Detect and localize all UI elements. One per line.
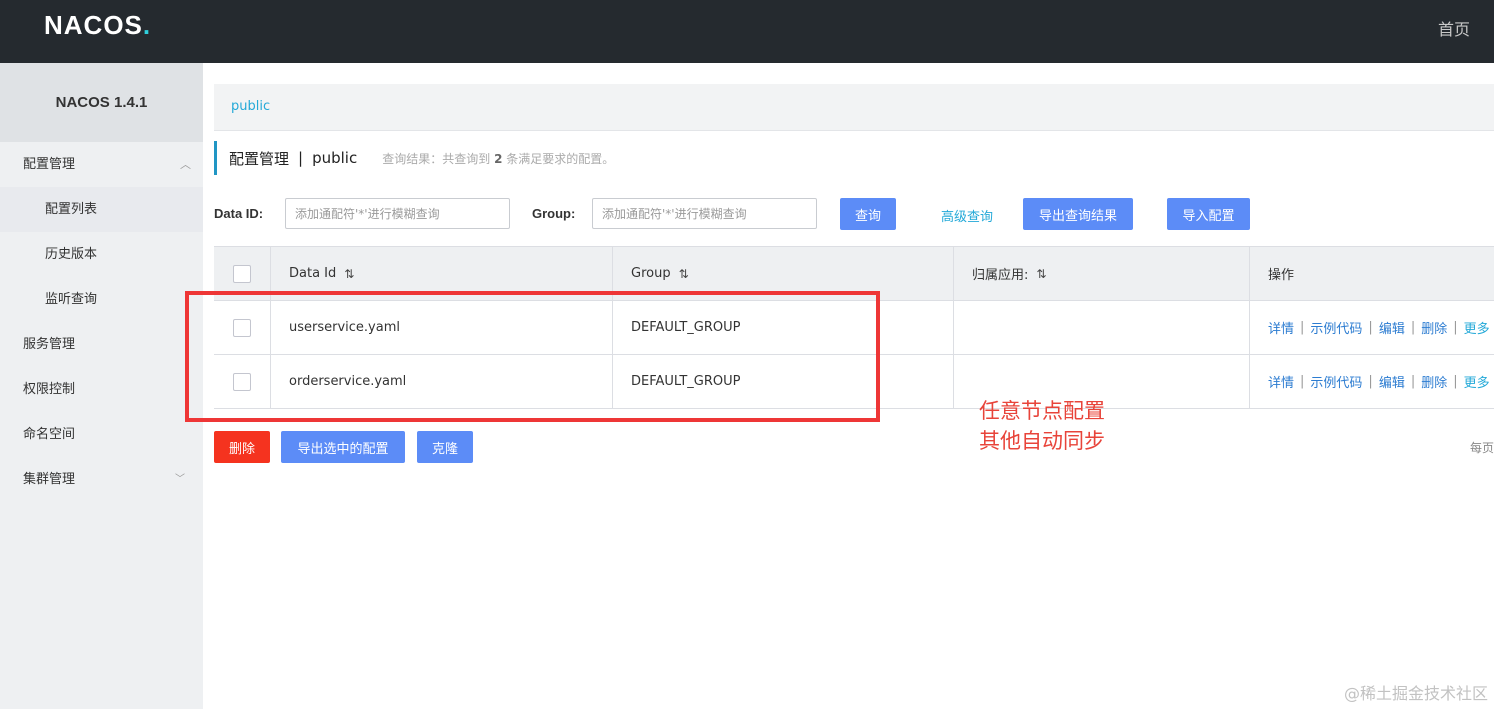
advanced-query-link[interactable]: 高级查询 <box>941 206 993 225</box>
cell-group: DEFAULT_GROUP <box>613 301 954 354</box>
table-row: userservice.yaml DEFAULT_GROUP 详情 | 示例代码 | 编… <box>214 301 1494 355</box>
dataid-input[interactable] <box>285 198 510 229</box>
cell-ops: 详情 | 示例代码 | 编辑 | 删除 | 更多 <box>1268 372 1490 391</box>
group-label: Group: <box>532 206 576 221</box>
sidebar-item-listener-query[interactable]: 监听查询 <box>0 277 203 322</box>
group-input[interactable] <box>592 198 817 229</box>
delete-link[interactable]: 删除 <box>1421 372 1447 391</box>
nacos-logo[interactable]: NACOS. <box>44 10 151 41</box>
query-result-text: 查询结果：共查询到 2 条满足要求的配置。 <box>382 151 615 166</box>
detail-link[interactable]: 详情 <box>1268 318 1294 337</box>
more-link[interactable]: 更多 <box>1464 372 1490 391</box>
select-all-checkbox[interactable] <box>233 264 251 283</box>
annotation-text: 任意节点配置 其他自动同步 <box>979 399 1105 453</box>
sidebar-item-service-management[interactable]: 服务管理 <box>0 322 203 367</box>
version-title: NACOS 1.4.1 <box>0 63 203 142</box>
sidebar-item-config-management[interactable]: 配置管理 ︿ <box>0 142 203 187</box>
page-size-label: 每页 <box>1470 441 1494 455</box>
cell-ops: 详情 | 示例代码 | 编辑 | 删除 | 更多 <box>1268 318 1490 337</box>
header-app: 归属应用: <box>972 268 1029 283</box>
header-dataid: Data Id <box>289 266 337 281</box>
sidebar-item-namespace[interactable]: 命名空间 <box>0 412 203 457</box>
sidebar-item-history[interactable]: 历史版本 <box>0 232 203 277</box>
cell-dataid: orderservice.yaml <box>271 355 613 408</box>
chevron-up-icon: ︿ <box>180 158 191 171</box>
home-link[interactable]: 首页 <box>1438 16 1470 40</box>
namespace-bar: public <box>214 84 1494 131</box>
more-link[interactable]: 更多 <box>1464 318 1490 337</box>
export-selected-button[interactable]: 导出选中的配置 <box>281 431 405 463</box>
edit-link[interactable]: 编辑 <box>1379 318 1405 337</box>
sort-icon[interactable]: ⇅ <box>344 267 354 281</box>
detail-link[interactable]: 详情 <box>1268 372 1294 391</box>
cell-dataid: userservice.yaml <box>271 301 613 354</box>
row-checkbox[interactable] <box>233 372 251 391</box>
table-header-row: Data Id ⇅ Group ⇅ 归属应用: ⇅ 操作 <box>214 247 1494 301</box>
sidebar-item-permission-control[interactable]: 权限控制 <box>0 367 203 412</box>
header-ops: 操作 <box>1268 268 1295 283</box>
sample-code-link[interactable]: 示例代码 <box>1310 372 1362 391</box>
top-navbar: NACOS. 首页 <box>0 0 1494 63</box>
delete-link[interactable]: 删除 <box>1421 318 1447 337</box>
sidebar: NACOS 1.4.1 配置管理 ︿ 配置列表 历史版本 监听查询 服务管理 权… <box>0 63 203 709</box>
sample-code-link[interactable]: 示例代码 <box>1310 318 1362 337</box>
config-table: Data Id ⇅ Group ⇅ 归属应用: ⇅ 操作 userservice.ya… <box>214 246 1494 409</box>
row-checkbox[interactable] <box>233 318 251 337</box>
table-row: orderservice.yaml DEFAULT_GROUP 详情 | 示例代码 |… <box>214 355 1494 409</box>
sort-icon[interactable]: ⇅ <box>679 267 689 281</box>
page-title: 配置管理 | public 查询结果：共查询到 2 条满足要求的配置。 <box>214 141 614 175</box>
sort-icon[interactable]: ⇅ <box>1036 267 1046 281</box>
query-button[interactable]: 查询 <box>840 198 896 230</box>
dataid-label: Data ID: <box>214 206 264 221</box>
sidebar-item-config-list[interactable]: 配置列表 <box>0 187 203 232</box>
edit-link[interactable]: 编辑 <box>1379 372 1405 391</box>
cell-group: DEFAULT_GROUP <box>613 355 954 408</box>
import-config-button[interactable]: 导入配置 <box>1167 198 1250 230</box>
export-query-result-button[interactable]: 导出查询结果 <box>1023 198 1133 230</box>
chevron-down-icon: ﹀ <box>175 474 185 485</box>
batch-actions: 删除 导出选中的配置 克隆 每页 <box>214 431 1494 463</box>
namespace-public-link[interactable]: public <box>231 99 270 114</box>
search-row: Data ID: Group: 查询 高级查询 导出查询结果 导入配置 <box>214 198 1494 230</box>
clone-button[interactable]: 克隆 <box>417 431 473 463</box>
watermark: @稀土掘金技术社区 <box>1343 684 1488 703</box>
cell-app <box>954 301 1250 354</box>
sidebar-item-cluster-management[interactable]: 集群管理 ﹀ <box>0 457 203 502</box>
batch-delete-button[interactable]: 删除 <box>214 431 270 463</box>
header-group: Group <box>631 266 671 281</box>
